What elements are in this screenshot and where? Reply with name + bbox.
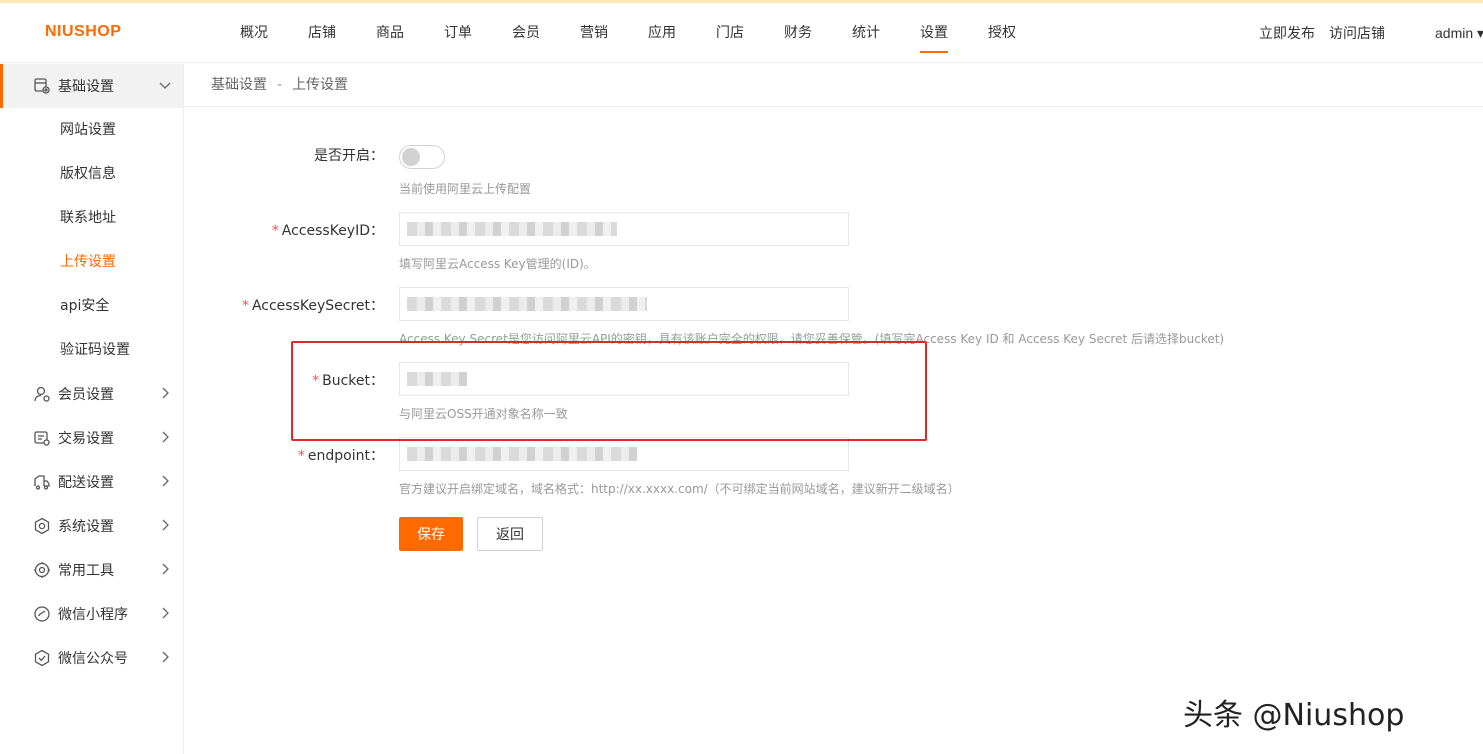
- sidebar-group-miniprogram[interactable]: 微信小程序: [0, 592, 183, 636]
- sidebar-group-label: 基础设置: [58, 79, 114, 95]
- access-key-secret-label: * AccessKeySecret：: [241, 298, 384, 314]
- redacted-value: [407, 297, 647, 311]
- trade-icon: [33, 429, 51, 447]
- member-icon: [33, 385, 51, 403]
- visit-store-link[interactable]: 访问店铺: [1329, 23, 1385, 43]
- tools-icon: [33, 561, 51, 579]
- chevron-right-icon: [158, 474, 172, 488]
- sidebar-group-label: 会员设置: [58, 387, 114, 403]
- save-button[interactable]: 保存: [399, 517, 463, 551]
- nav-item-shop[interactable]: 店铺: [288, 3, 356, 63]
- sidebar-group-trade-settings[interactable]: 交易设置: [0, 416, 183, 460]
- sidebar-item-api-security[interactable]: api安全: [0, 284, 183, 328]
- miniprogram-icon: [33, 605, 51, 623]
- sidebar-group-member-settings[interactable]: 会员设置: [0, 372, 183, 416]
- nav-item-stores[interactable]: 门店: [696, 3, 764, 63]
- chevron-right-icon: [158, 430, 172, 444]
- settings-basic-icon: [33, 77, 51, 95]
- chevron-down-icon: [158, 78, 172, 92]
- nav-item-apps[interactable]: 应用: [628, 3, 696, 63]
- chevron-right-icon: [158, 386, 172, 400]
- nav-item-members[interactable]: 会员: [492, 3, 560, 63]
- chevron-right-icon: [158, 606, 172, 620]
- nav-item-license[interactable]: 授权: [968, 3, 1036, 63]
- breadcrumb-separator: -: [277, 77, 283, 93]
- access-key-id-label: * AccessKeyID：: [271, 223, 384, 239]
- redacted-value: [407, 222, 617, 236]
- sidebar: 基础设置 网站设置 版权信息 联系地址 上传设置 api安全 验证码设置 会员设…: [0, 64, 184, 754]
- switch-knob: [402, 148, 420, 166]
- sidebar-group-label: 微信小程序: [58, 607, 128, 623]
- sidebar-item-contact[interactable]: 联系地址: [0, 196, 183, 240]
- sidebar-group-official-account[interactable]: 微信公众号: [0, 636, 183, 680]
- sidebar-group-label: 微信公众号: [58, 651, 128, 667]
- sidebar-group-system-settings[interactable]: 系统设置: [0, 504, 183, 548]
- enable-switch[interactable]: [399, 145, 445, 169]
- nav-item-marketing[interactable]: 营销: [560, 3, 628, 63]
- gear-icon: [33, 517, 51, 535]
- sidebar-group-label: 交易设置: [58, 431, 114, 447]
- redacted-value: [407, 372, 467, 386]
- delivery-icon: [33, 473, 51, 491]
- nav-item-goods[interactable]: 商品: [356, 3, 424, 63]
- sidebar-item-website[interactable]: 网站设置: [0, 108, 183, 152]
- enable-help: 当前使用阿里云上传配置: [399, 182, 532, 196]
- chevron-right-icon: [158, 518, 172, 532]
- chevron-right-icon: [158, 650, 172, 664]
- sidebar-item-captcha[interactable]: 验证码设置: [0, 328, 183, 372]
- chevron-right-icon: [158, 562, 172, 576]
- breadcrumb-parent[interactable]: 基础设置: [211, 77, 267, 93]
- breadcrumb: 基础设置 - 上传设置: [184, 64, 1483, 107]
- sidebar-group-label: 常用工具: [58, 563, 114, 579]
- nav-item-orders[interactable]: 订单: [424, 3, 492, 63]
- header-actions: 立即发布 访问店铺 admin ▾: [1259, 3, 1483, 63]
- sidebar-item-copyright[interactable]: 版权信息: [0, 152, 183, 196]
- endpoint-help: 官方建议开启绑定域名，域名格式：http://xx.xxxx.com/（不可绑定…: [399, 482, 960, 496]
- sidebar-group-basic-settings[interactable]: 基础设置: [0, 64, 183, 108]
- sidebar-group-common-tools[interactable]: 常用工具: [0, 548, 183, 592]
- brand-logo[interactable]: NIUSHOP: [45, 23, 121, 41]
- bucket-help: 与阿里云OSS开通对象名称一致: [399, 407, 568, 421]
- watermark: 头条 @Niushop: [1183, 698, 1405, 733]
- nav-item-finance[interactable]: 财务: [764, 3, 832, 63]
- nav-item-overview[interactable]: 概况: [220, 3, 288, 63]
- main-nav: 概况 店铺 商品 订单 会员 营销 应用 门店 财务 统计 设置 授权: [220, 3, 1036, 63]
- sidebar-item-upload[interactable]: 上传设置: [0, 240, 183, 284]
- official-account-icon: [33, 649, 51, 667]
- publish-link[interactable]: 立即发布: [1259, 23, 1315, 43]
- access-key-id-help: 填写阿里云Access Key管理的(ID)。: [399, 257, 596, 271]
- endpoint-label: * endpoint：: [297, 448, 384, 464]
- sidebar-group-label: 配送设置: [58, 475, 114, 491]
- nav-item-stats[interactable]: 统计: [832, 3, 900, 63]
- bucket-label: * Bucket：: [312, 373, 384, 389]
- sidebar-group-label: 系统设置: [58, 519, 114, 535]
- access-key-secret-help: Access Key Secret是您访问阿里云API的密钥，具有该账户完全的权…: [399, 332, 1225, 346]
- breadcrumb-current: 上传设置: [292, 77, 349, 93]
- back-button[interactable]: 返回: [477, 517, 543, 551]
- sidebar-group-delivery-settings[interactable]: 配送设置: [0, 460, 183, 504]
- nav-item-settings[interactable]: 设置: [900, 3, 968, 63]
- user-menu[interactable]: admin ▾: [1435, 25, 1483, 42]
- redacted-value: [407, 447, 637, 461]
- enable-label: 是否开启：: [314, 148, 384, 164]
- top-header: NIUSHOP 概况 店铺 商品 订单 会员 营销 应用 门店 财务 统计 设置…: [0, 3, 1483, 63]
